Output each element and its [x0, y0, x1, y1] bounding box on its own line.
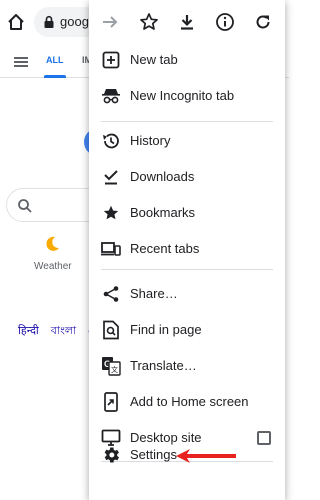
menu-item-label: Downloads — [130, 169, 195, 184]
hamburger-menu-icon[interactable] — [14, 57, 28, 67]
find-in-page-icon — [101, 320, 121, 340]
menu-item-recent-tabs[interactable]: Recent tabs — [89, 231, 285, 267]
incognito-icon — [101, 86, 121, 106]
language-link[interactable]: हिन्दी — [18, 325, 39, 337]
svg-text:文: 文 — [111, 365, 118, 374]
weather-icon[interactable] — [42, 234, 62, 254]
menu-item-label: New Incognito tab — [130, 88, 235, 103]
plus-box-icon — [101, 50, 121, 70]
url-text: goog — [60, 14, 89, 29]
menu-item-label: Recent tabs — [130, 241, 200, 256]
lock-icon — [42, 15, 56, 29]
menu-divider — [101, 121, 273, 122]
translate-icon: G文 — [101, 356, 121, 376]
menu-item-label: History — [130, 133, 171, 148]
weather-label[interactable]: Weather — [34, 261, 72, 272]
active-tab-indicator — [44, 75, 66, 78]
tab-all[interactable]: ALL — [46, 55, 64, 65]
menu-item-find-in-page[interactable]: Find in page — [89, 312, 285, 348]
menu-item-label: Settings — [130, 447, 177, 462]
download-icon[interactable] — [175, 10, 199, 34]
info-icon[interactable] — [213, 10, 237, 34]
menu-item-downloads[interactable]: Downloads — [89, 159, 285, 195]
recent-tabs-icon — [101, 239, 121, 259]
menu-item-label: Share… — [130, 286, 178, 301]
menu-item-bookmarks[interactable]: Bookmarks — [89, 195, 285, 231]
overflow-menu: New tab New Incognito tab History Downlo… — [89, 0, 285, 500]
menu-item-new-tab[interactable]: New tab — [89, 42, 285, 78]
menu-item-label: Add to Home screen — [130, 394, 249, 409]
gear-icon — [101, 445, 121, 465]
share-icon — [101, 284, 121, 304]
menu-item-translate[interactable]: G文 Translate… — [89, 348, 285, 384]
red-arrow-annotation — [176, 449, 236, 463]
menu-icon-row — [89, 0, 285, 44]
menu-item-share[interactable]: Share… — [89, 276, 285, 312]
refresh-icon[interactable] — [251, 10, 275, 34]
menu-item-label: Find in page — [130, 322, 202, 337]
language-link[interactable]: বাংলা — [51, 325, 76, 337]
menu-divider — [101, 269, 273, 270]
home-icon[interactable] — [6, 12, 26, 32]
menu-item-label: Bookmarks — [130, 205, 196, 220]
menu-item-new-incognito-tab[interactable]: New Incognito tab — [89, 78, 285, 114]
downloads-check-icon — [101, 167, 121, 187]
menu-item-label: New tab — [130, 52, 178, 67]
menu-item-label: Translate… — [130, 358, 197, 373]
search-icon — [17, 198, 33, 214]
bookmark-star-icon[interactable] — [137, 10, 161, 34]
menu-item-history[interactable]: History — [89, 123, 285, 159]
menu-item-add-to-home-screen[interactable]: Add to Home screen — [89, 384, 285, 420]
add-to-home-icon — [101, 392, 121, 412]
forward-arrow-icon[interactable] — [98, 10, 122, 34]
history-icon — [101, 131, 121, 151]
star-icon — [101, 203, 121, 223]
